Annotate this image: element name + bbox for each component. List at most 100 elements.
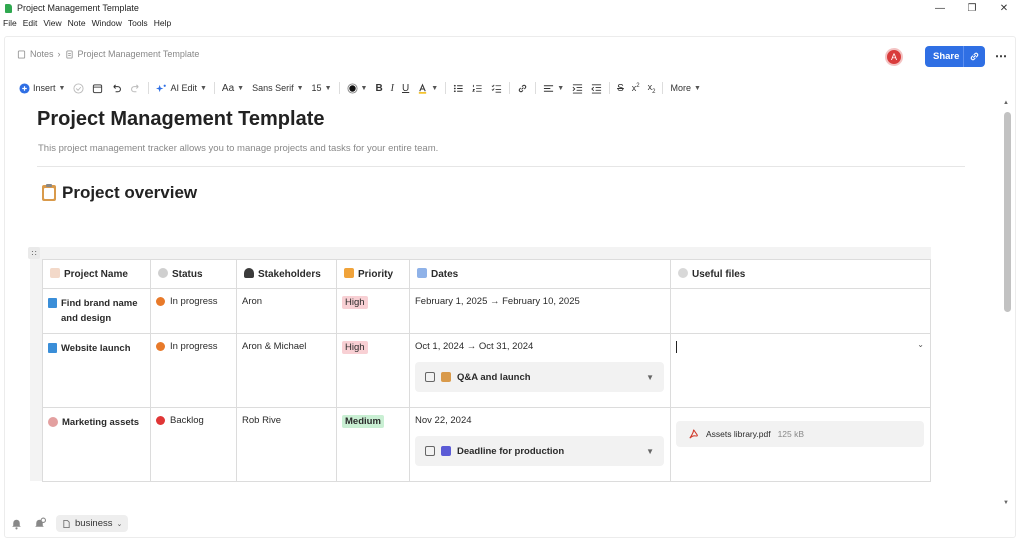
date-range: Oct 1, 2024 → Oct 31, 2024	[415, 341, 534, 352]
text-style-button[interactable]: Aa ▼	[218, 79, 248, 97]
ai-edit-button[interactable]: AI Edit ▼	[152, 79, 210, 97]
column-header-project-name[interactable]: Project Name	[42, 259, 151, 289]
more-options-icon[interactable]: ⋯	[995, 49, 1008, 63]
copy-link-icon[interactable]	[964, 51, 985, 62]
more-formatting-button[interactable]: More ▼	[666, 79, 704, 97]
share-button[interactable]: Share	[925, 46, 985, 67]
workspace-tag[interactable]: business ⌄	[56, 515, 129, 532]
format-toolbar: Insert ▼ AI Edit ▼ Aa ▼ Sans Serif ▼ 15 …	[15, 79, 705, 97]
cell-project-name[interactable]: Find brand name and design	[42, 288, 151, 334]
restore-button[interactable]: ❐	[956, 0, 988, 16]
menu-window[interactable]: Window	[89, 18, 125, 28]
menu-file[interactable]: File	[0, 18, 20, 28]
section-heading[interactable]: Project overview	[42, 183, 197, 203]
page-description[interactable]: This project management tracker allows y…	[38, 143, 438, 154]
toolbar-divider	[535, 82, 537, 94]
cell-dates[interactable]: February 1, 2025 → February 10, 2025	[409, 288, 671, 334]
cell-dates[interactable]: Nov 22, 2024 Deadline for production ▼	[409, 407, 671, 482]
align-button[interactable]: ▼	[539, 79, 568, 97]
notification-bell-icon[interactable]	[10, 517, 23, 530]
subscript-icon[interactable]: x2	[644, 79, 660, 97]
link-icon[interactable]	[513, 79, 532, 97]
highlight-button[interactable]: ▼	[413, 79, 442, 97]
toolbar-divider	[213, 82, 215, 94]
text-cursor	[676, 341, 677, 353]
cell-status[interactable]: In progress	[150, 333, 237, 408]
cell-files[interactable]: ⌄	[670, 333, 931, 408]
insert-button[interactable]: Insert ▼	[15, 79, 69, 97]
breadcrumb-notes[interactable]: Notes	[30, 49, 54, 59]
target-icon	[48, 417, 58, 427]
clipboard-icon	[42, 184, 56, 201]
checkbox-icon	[441, 446, 451, 456]
linked-task-select[interactable]: Q&A and launch ▼	[415, 362, 664, 392]
cell-priority[interactable]: High	[336, 333, 410, 408]
drag-handle-icon[interactable]: ∷	[28, 247, 40, 259]
cell-status[interactable]: In progress	[150, 288, 237, 334]
page-title[interactable]: Project Management Template	[37, 108, 324, 131]
project-table-container: Project Name Status Stakeholders Priorit…	[30, 247, 931, 482]
strikethrough-icon[interactable]: S	[613, 79, 628, 97]
menu-view[interactable]: View	[40, 18, 64, 28]
check-icon[interactable]	[69, 79, 88, 97]
bold-icon[interactable]: B	[371, 79, 386, 97]
breadcrumb-current[interactable]: Project Management Template	[78, 49, 200, 59]
sparkle-icon	[156, 84, 167, 92]
cell-project-name[interactable]: Website launch	[42, 333, 151, 408]
date-value: Nov 22, 2024	[415, 415, 472, 426]
cell-dates[interactable]: Oct 1, 2024 → Oct 31, 2024 Q&A and launc…	[409, 333, 671, 408]
window-titlebar: Project Management Template — ❐ ✕	[0, 0, 1020, 16]
redo-icon[interactable]	[126, 79, 145, 97]
underline-icon[interactable]: U	[398, 79, 413, 97]
vertical-scrollbar[interactable]: ▲ ▼	[1002, 100, 1012, 506]
menu-help[interactable]: Help	[151, 18, 174, 28]
superscript-icon[interactable]: x2	[628, 79, 644, 97]
column-header-dates[interactable]: Dates	[409, 259, 671, 289]
column-header-status[interactable]: Status	[150, 259, 237, 289]
text-color-button[interactable]: ▼	[343, 79, 372, 97]
text-style-icon: Aa	[221, 82, 235, 94]
column-header-priority[interactable]: Priority	[336, 259, 410, 289]
scroll-down-icon[interactable]: ▼	[1003, 500, 1009, 506]
cell-project-name[interactable]: Marketing assets	[42, 407, 151, 482]
close-button[interactable]: ✕	[988, 0, 1020, 16]
chevron-down-icon: ▼	[431, 84, 439, 92]
reminder-bell-icon[interactable]	[33, 517, 46, 530]
column-header-stakeholders[interactable]: Stakeholders	[236, 259, 337, 289]
cell-stakeholders[interactable]: Rob Rive	[236, 407, 337, 482]
chevron-down-icon: ▼	[557, 84, 565, 92]
cell-files[interactable]: Assets library.pdf 125 kB	[670, 407, 931, 482]
menu-edit[interactable]: Edit	[20, 18, 41, 28]
flag-icon	[344, 268, 354, 278]
font-size-select[interactable]: 15 ▼	[308, 79, 336, 97]
scroll-up-icon[interactable]: ▲	[1003, 100, 1009, 106]
file-attachment[interactable]: Assets library.pdf 125 kB	[676, 421, 924, 447]
minimize-button[interactable]: —	[924, 0, 956, 16]
chevron-down-icon[interactable]: ⌄	[917, 340, 924, 349]
cell-status[interactable]: Backlog	[150, 407, 237, 482]
linked-task-select[interactable]: Deadline for production ▼	[415, 436, 664, 466]
cell-stakeholders[interactable]: Aron	[236, 288, 337, 334]
cell-files[interactable]	[670, 288, 931, 334]
table-row: Marketing assets Backlog Rob Rive Medium…	[42, 407, 931, 482]
column-header-useful-files[interactable]: Useful files	[670, 259, 931, 289]
scrollbar-thumb[interactable]	[1004, 112, 1011, 312]
cell-priority[interactable]: Medium	[336, 407, 410, 482]
checklist-icon[interactable]	[487, 79, 506, 97]
linked-task-label: Q&A and launch	[457, 371, 531, 383]
outdent-icon[interactable]	[587, 79, 606, 97]
cell-priority[interactable]: High	[336, 288, 410, 334]
undo-icon[interactable]	[107, 79, 126, 97]
calendar-icon[interactable]	[88, 79, 107, 97]
window-title: Project Management Template	[17, 3, 139, 13]
indent-icon[interactable]	[568, 79, 587, 97]
cell-stakeholders[interactable]: Aron & Michael	[236, 333, 337, 408]
menu-tools[interactable]: Tools	[125, 18, 151, 28]
bullet-list-icon[interactable]	[449, 79, 468, 97]
italic-icon[interactable]: I	[387, 79, 398, 97]
font-family-select[interactable]: Sans Serif ▼	[248, 79, 307, 97]
numbered-list-icon[interactable]	[468, 79, 487, 97]
menu-note[interactable]: Note	[65, 18, 89, 28]
user-avatar[interactable]: A	[885, 48, 903, 66]
pdf-icon	[689, 428, 698, 439]
